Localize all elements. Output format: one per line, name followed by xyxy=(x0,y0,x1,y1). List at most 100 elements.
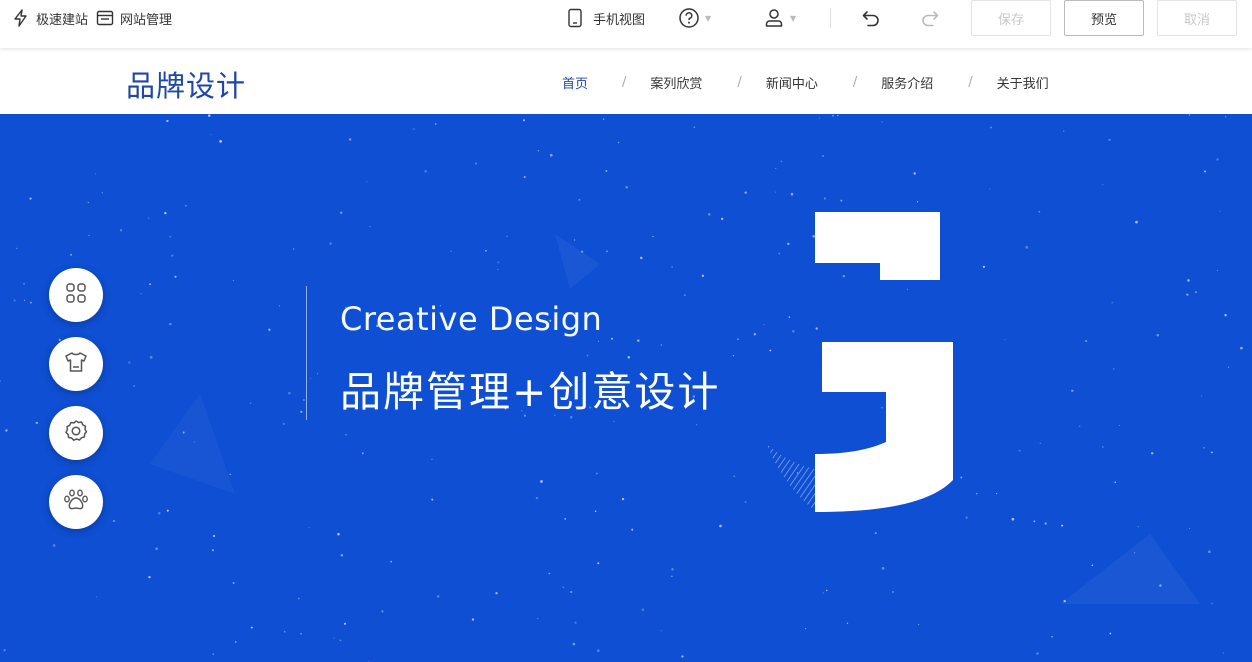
star-dot xyxy=(96,596,98,598)
cancel-button[interactable]: 取消 xyxy=(1157,0,1237,36)
star-dot xyxy=(309,378,311,380)
star-dot xyxy=(35,421,38,425)
star-dot xyxy=(70,253,73,256)
star-dot xyxy=(212,534,216,538)
star-dot xyxy=(413,128,415,130)
star-dot xyxy=(302,398,305,402)
star-dot xyxy=(573,239,576,241)
star-dot xyxy=(965,516,968,519)
star-dot xyxy=(112,519,116,523)
star-dot xyxy=(842,274,846,278)
star-dot xyxy=(606,250,608,253)
star-dot xyxy=(381,610,384,613)
star-dot xyxy=(1195,291,1197,293)
star-dot xyxy=(345,434,347,436)
star-dot xyxy=(1091,564,1094,567)
star-dot xyxy=(450,250,452,253)
apps-button[interactable] xyxy=(49,268,103,322)
star-dot xyxy=(158,511,161,515)
save-button[interactable]: 保存 xyxy=(971,0,1051,36)
star-dot xyxy=(613,420,615,422)
star-dot xyxy=(1216,269,1218,272)
star-dot xyxy=(849,508,853,512)
star-dot xyxy=(1102,184,1104,186)
nav-item-cases[interactable]: 案列欣赏 xyxy=(650,73,702,92)
star-dot xyxy=(996,492,998,495)
star-dot xyxy=(369,226,371,228)
star-dot xyxy=(250,626,253,629)
star-dot xyxy=(390,560,393,563)
mobile-view-button[interactable]: 手机视图 xyxy=(557,6,645,30)
star-dot xyxy=(976,493,978,495)
star-dot xyxy=(701,274,705,278)
star-dot xyxy=(268,328,271,331)
star-dot xyxy=(1078,425,1081,427)
star-dot xyxy=(889,482,891,484)
star-dot xyxy=(1102,446,1104,448)
nav-separator: / xyxy=(622,75,627,90)
star-dot xyxy=(210,133,212,136)
star-dot xyxy=(640,256,643,260)
nav-item-about[interactable]: 关于我们 xyxy=(997,73,1049,92)
star-dot xyxy=(769,349,772,352)
star-dot xyxy=(1085,340,1087,342)
star-dot xyxy=(792,329,795,333)
preview-button[interactable]: 预览 xyxy=(1064,0,1144,36)
star-dot xyxy=(475,162,477,165)
star-dot xyxy=(361,452,364,455)
star-dot xyxy=(0,380,2,382)
question-circle-icon xyxy=(678,7,700,29)
nav-item-home[interactable]: 首页 xyxy=(562,73,588,92)
toolbar-divider xyxy=(830,8,831,28)
help-dropdown[interactable]: ▼ xyxy=(678,6,711,30)
star-dot xyxy=(149,283,151,286)
star-dot xyxy=(87,201,89,204)
nav-item-news[interactable]: 新闻中心 xyxy=(766,73,818,92)
star-dot xyxy=(523,175,526,179)
mobile-view-label: 手机视图 xyxy=(593,12,646,28)
star-dot xyxy=(366,181,368,183)
star-dot xyxy=(753,333,757,336)
star-dot xyxy=(684,294,686,296)
star-dot xyxy=(671,567,674,571)
star-dot xyxy=(549,153,553,157)
chevron-down-icon: ▼ xyxy=(790,13,797,23)
undo-button[interactable] xyxy=(861,8,881,28)
star-dot xyxy=(693,126,696,128)
user-dropdown[interactable]: ▼ xyxy=(763,6,796,30)
star-dot xyxy=(822,592,824,594)
star-dot xyxy=(787,242,790,246)
theme-button[interactable] xyxy=(49,337,103,391)
star-dot xyxy=(1204,170,1206,173)
g-letter-graphic xyxy=(815,212,953,512)
redo-icon xyxy=(920,8,940,28)
star-dot xyxy=(896,463,899,466)
star-dot xyxy=(119,229,123,232)
star-dot xyxy=(506,235,508,238)
star-dot xyxy=(431,498,434,501)
quick-build-button[interactable]: 极速建站 xyxy=(12,9,88,28)
star-dot xyxy=(52,544,56,547)
star-dot xyxy=(288,391,291,395)
star-dot xyxy=(1203,447,1205,449)
star-dot xyxy=(340,554,344,557)
star-dot xyxy=(1150,452,1154,455)
site-manage-button[interactable]: 网站管理 xyxy=(96,9,172,28)
star-dot xyxy=(211,549,214,552)
star-dot xyxy=(435,123,437,125)
redo-button[interactable] xyxy=(920,8,940,28)
star-dot xyxy=(1036,652,1039,655)
star-dot xyxy=(1004,339,1006,341)
star-dot xyxy=(497,269,499,270)
nav-item-services[interactable]: 服务介绍 xyxy=(881,73,933,92)
star-dot xyxy=(805,628,807,630)
pet-button[interactable] xyxy=(49,475,103,529)
settings-button[interactable] xyxy=(49,406,103,460)
star-dot xyxy=(208,114,211,117)
site-logo[interactable]: 品牌设计 xyxy=(126,63,246,105)
star-dot xyxy=(1222,652,1225,654)
star-dot xyxy=(1187,279,1190,282)
star-dot xyxy=(1211,602,1213,605)
star-dot xyxy=(1189,527,1191,529)
star-dot xyxy=(1063,599,1066,603)
